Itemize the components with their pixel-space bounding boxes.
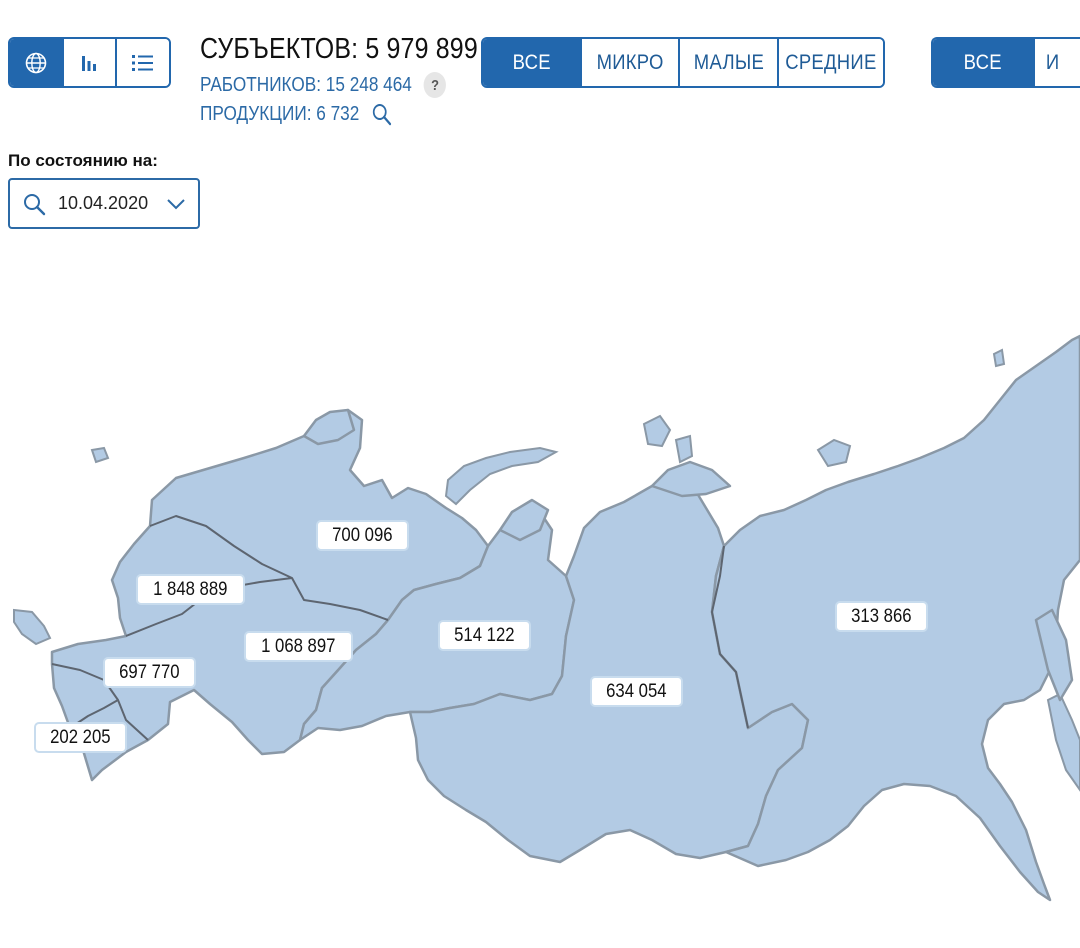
stats-panel: СУБЪЕКТОВ: 5 979 899 РАБОТНИКОВ: 15 248 … (200, 33, 523, 126)
size-filter-micro[interactable]: МИКРО (581, 39, 681, 86)
map-label-central[interactable]: 1 848 889 (136, 574, 245, 605)
size-filter-medium[interactable]: СРЕДНИЕ (779, 39, 883, 86)
wrangel-island[interactable] (992, 348, 1006, 368)
products-count: ПРОДУКЦИИ: 6 732 (200, 102, 360, 125)
search-icon (22, 192, 46, 216)
date-picker[interactable]: 10.04.2020 (8, 178, 200, 229)
date-value: 10.04.2020 (58, 193, 149, 213)
list-view-button[interactable] (117, 39, 169, 86)
size-filter-all[interactable]: ВСЕ (483, 39, 582, 86)
view-switch (8, 37, 171, 88)
workers-count: РАБОТНИКОВ: 15 248 464 (200, 73, 412, 96)
novaya-zemlya-island[interactable] (444, 446, 559, 506)
kaliningrad-region[interactable] (90, 446, 110, 464)
franz-josef-island[interactable] (642, 414, 672, 448)
map-view-button[interactable] (10, 39, 64, 86)
help-icon[interactable]: ? (423, 72, 447, 98)
size-filter: ВСЕ МИКРО МАЛЫЕ СРЕДНИЕ (481, 37, 885, 88)
crimea-region[interactable] (13, 608, 52, 646)
taymyr-peninsula[interactable] (650, 460, 732, 498)
sakhalin-island[interactable] (1046, 692, 1080, 792)
products-row: ПРОДУКЦИИ: 6 732 (200, 102, 478, 126)
map-label-siberia[interactable]: 634 054 (590, 676, 683, 707)
size-filter-small[interactable]: МАЛЫЕ (680, 39, 780, 86)
subjects-count: СУБЪЕКТОВ: 5 979 899 (200, 33, 478, 65)
list-icon (132, 54, 154, 71)
map-label-far-east[interactable]: 313 866 (835, 601, 928, 632)
date-label: По состоянию на: (8, 151, 158, 170)
workers-row: РАБОТНИКОВ: 15 248 464 ? (200, 72, 478, 98)
chevron-down-icon (166, 198, 186, 210)
map-label-northwest[interactable]: 700 096 (316, 520, 409, 551)
type-filter-second[interactable]: И (1035, 39, 1080, 86)
type-filter: ВСЕ И (931, 37, 1080, 88)
type-filter-all[interactable]: ВСЕ (933, 39, 1035, 86)
globe-icon (25, 52, 47, 73)
bar-chart-icon (81, 55, 96, 71)
search-icon[interactable] (371, 102, 392, 126)
map-label-north-caucasus[interactable]: 202 205 (34, 722, 127, 753)
new-siberian-island[interactable] (816, 438, 852, 468)
severnaya-zemlya-island[interactable] (674, 434, 694, 464)
map-label-ural[interactable]: 514 122 (438, 620, 531, 651)
map-label-volga[interactable]: 1 068 897 (244, 631, 353, 662)
map-label-south[interactable]: 697 770 (103, 657, 196, 688)
chart-view-button[interactable] (63, 39, 118, 86)
